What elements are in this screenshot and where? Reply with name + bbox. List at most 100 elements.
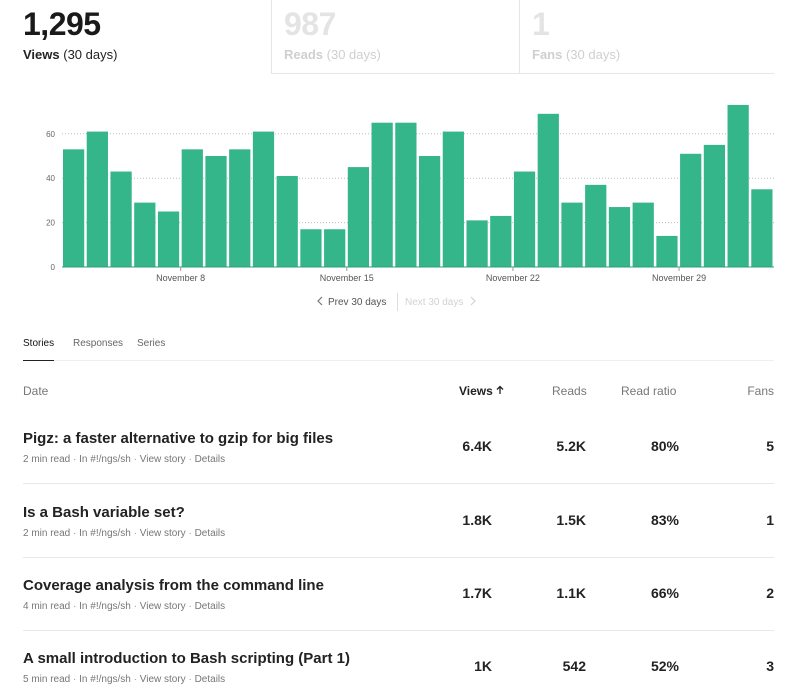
bar[interactable] (442, 131, 464, 267)
chart-bars (62, 104, 774, 268)
next-30-days-link[interactable]: Next 30 days (405, 296, 477, 308)
fans-value: 5 (766, 438, 774, 454)
y-tick-label: 0 (51, 263, 56, 272)
publication-link[interactable]: In #!/ngs/sh (79, 674, 131, 685)
view-story-link[interactable]: View story (140, 454, 186, 465)
read-time: 4 min read (23, 601, 71, 612)
y-tick-label: 20 (46, 219, 55, 228)
story-meta: 2 min read · In #!/ngs/sh · View story ·… (23, 528, 226, 539)
stat-tab-views[interactable]: 1,295 Views (30 days) (23, 0, 271, 74)
bar[interactable] (300, 229, 322, 267)
pager-divider (397, 293, 398, 311)
bar[interactable] (324, 229, 346, 267)
chart-x-axis: November 8 November 15 November 22 November… (156, 267, 706, 283)
story-meta: 5 min read · In #!/ngs/sh · View story ·… (23, 674, 226, 685)
bar[interactable] (229, 149, 251, 267)
bar[interactable] (632, 202, 654, 267)
x-tick-label: November 22 (486, 273, 540, 283)
story-title[interactable]: Coverage analysis from the command line (23, 577, 324, 594)
bar[interactable] (86, 131, 108, 267)
tab-series[interactable]: Series (137, 338, 165, 361)
details-link[interactable]: Details (195, 674, 226, 685)
column-date[interactable]: Date (23, 384, 48, 398)
bar[interactable] (703, 144, 726, 267)
view-story-link[interactable]: View story (140, 601, 186, 612)
bar[interactable] (347, 167, 370, 267)
bar[interactable] (276, 175, 298, 267)
views-value: 1.7K (462, 585, 492, 601)
bar[interactable] (537, 113, 559, 267)
reads-value: 1.5K (556, 512, 586, 528)
story-title[interactable]: Is a Bash variable set? (23, 504, 185, 521)
reads-value: 1.1K (556, 585, 586, 601)
table-row: A small introduction to Bash scripting (… (23, 630, 774, 694)
column-views-label: Views (459, 384, 493, 398)
read-ratio-value: 66% (650, 585, 679, 601)
story-title[interactable]: Pigz: a faster alternative to gzip for b… (23, 430, 333, 447)
story-meta: 4 min read · In #!/ngs/sh · View story ·… (23, 601, 226, 612)
view-story-link[interactable]: View story (140, 528, 186, 539)
prev-30-days-link[interactable]: Prev 30 days (316, 296, 386, 308)
story-title[interactable]: A small introduction to Bash scripting (… (23, 650, 350, 667)
column-views[interactable]: Views (459, 384, 504, 398)
tab-stories[interactable]: Stories (23, 338, 55, 361)
bar[interactable] (157, 211, 180, 268)
views-bar-chart: 0 20 40 60 November 8 November 15 November 22… (46, 104, 774, 283)
publication-link[interactable]: In #!/ngs/sh (79, 601, 131, 612)
bar[interactable] (513, 171, 536, 267)
y-tick-label: 40 (46, 174, 55, 183)
read-time: 2 min read (23, 454, 71, 465)
fans-value: 2 (766, 585, 774, 601)
bar[interactable] (395, 122, 417, 267)
y-tick-label: 60 (46, 130, 55, 139)
x-tick-label: November 15 (320, 273, 374, 283)
chevron-right-icon (470, 296, 477, 306)
bar[interactable] (680, 153, 702, 267)
x-tick-label: November 29 (652, 273, 706, 283)
bar[interactable] (134, 202, 156, 267)
stat-tab-reads[interactable]: 987 Reads (30 days) (271, 0, 519, 74)
publication-link[interactable]: In #!/ngs/sh (79, 528, 131, 539)
publication-link[interactable]: In #!/ngs/sh (79, 454, 131, 465)
table-row: Is a Bash variable set? 2 min read · In … (23, 484, 774, 558)
bar[interactable] (656, 235, 678, 267)
details-link[interactable]: Details (195, 528, 226, 539)
bar[interactable] (63, 149, 85, 267)
bar[interactable] (727, 104, 749, 267)
views-label: Views (30 days) (23, 47, 118, 62)
bar[interactable] (371, 122, 393, 267)
bar[interactable] (608, 207, 631, 267)
bar[interactable] (561, 202, 583, 267)
column-fans[interactable]: Fans (747, 384, 774, 398)
bar[interactable] (252, 131, 275, 267)
stats-tabs: 1,295 Views (30 days) 987 Reads (30 days… (0, 0, 774, 74)
chart-grid (62, 133, 774, 224)
fans-label: Fans (30 days) (532, 47, 621, 62)
content-tabs: Stories Responses Series (23, 338, 774, 361)
bar[interactable] (110, 171, 132, 267)
bar[interactable] (490, 215, 512, 267)
tab-responses[interactable]: Responses (73, 338, 123, 361)
reads-label: Reads (30 days) (284, 47, 381, 62)
next-label: Next 30 days (405, 297, 464, 308)
table-row: Coverage analysis from the command line … (23, 557, 774, 631)
bar[interactable] (466, 220, 488, 267)
read-time: 5 min read (23, 674, 71, 685)
bar[interactable] (181, 149, 203, 267)
column-read-ratio[interactable]: Read ratio (621, 384, 676, 398)
details-link[interactable]: Details (195, 601, 226, 612)
table-row: Pigz: a faster alternative to gzip for b… (23, 410, 774, 484)
column-reads[interactable]: Reads (552, 384, 587, 398)
x-tick-label: November 8 (156, 273, 205, 283)
bar[interactable] (419, 156, 441, 267)
view-story-link[interactable]: View story (140, 674, 186, 685)
read-ratio-value: 52% (650, 658, 679, 674)
stat-tab-fans[interactable]: 1 Fans (30 days) (519, 0, 774, 74)
bar[interactable] (751, 189, 773, 267)
details-link[interactable]: Details (195, 454, 226, 465)
fans-value: 1 (766, 512, 774, 528)
bar[interactable] (585, 184, 607, 267)
fans-value: 3 (766, 658, 774, 674)
views-value: 1K (474, 658, 492, 674)
bar[interactable] (205, 156, 227, 267)
